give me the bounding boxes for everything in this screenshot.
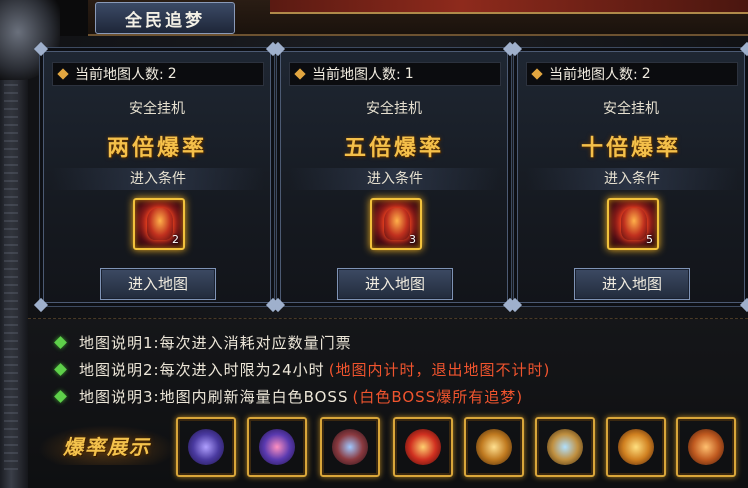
drop-rate-title: 两倍爆率 — [106, 135, 207, 161]
showcase-item-slot[interactable] — [676, 417, 736, 477]
gold-helmet-icon — [476, 429, 512, 465]
armor-ticket-icon — [147, 208, 173, 240]
player-count-label: 当前地图人数: — [312, 67, 401, 83]
mode-label: 安全挂机 — [603, 101, 659, 117]
player-count-value: 2 — [641, 66, 651, 82]
showcase-item-slot[interactable] — [247, 417, 307, 477]
player-count-bar: 当前地图人数: 1 — [289, 62, 501, 86]
flame-armor-icon — [405, 429, 441, 465]
entry-condition-label: 进入条件 — [526, 168, 738, 190]
diamond-bullet-icon — [531, 68, 543, 80]
info-line-2: 地图说明2:每次进入时限为24小时 (地图内计时，退出地图不计时) — [54, 358, 551, 380]
enter-map-button[interactable]: 进入地图 — [100, 268, 216, 300]
item-quantity: 5 — [646, 233, 653, 246]
drop-rate-title: 十倍爆率 — [580, 135, 681, 161]
map-card-3: 当前地图人数: 2 安全挂机 十倍爆率 进入条件 5 进入地图 — [507, 41, 748, 313]
player-count-label: 当前地图人数: — [549, 67, 638, 83]
showcase-item-slot[interactable] — [535, 417, 595, 477]
player-count-bar: 当前地图人数: 2 — [526, 62, 738, 86]
showcase-item-slot[interactable] — [176, 417, 236, 477]
ticket-item-slot[interactable]: 5 — [607, 198, 659, 250]
item-quantity: 2 — [172, 233, 179, 246]
drop-rate-title: 五倍爆率 — [343, 135, 444, 161]
ticket-item-slot[interactable]: 2 — [133, 198, 185, 250]
enter-map-button[interactable]: 进入地图 — [574, 268, 690, 300]
green-gem-bullet-icon — [54, 389, 67, 403]
diamond-bullet-icon — [294, 68, 306, 80]
diamond-bullet-icon — [57, 68, 69, 80]
blue-crest-icon — [332, 429, 368, 465]
armor-ticket-icon — [621, 208, 647, 240]
drop-showcase-label: 爆率展示 — [38, 425, 176, 465]
showcase-item-slot[interactable] — [393, 417, 453, 477]
green-gem-bullet-icon — [54, 362, 67, 376]
item-quantity: 3 — [409, 233, 416, 246]
info-note: (白色BOSS爆所有追梦) — [352, 387, 524, 406]
info-line-1: 地图说明1:每次进入消耗对应数量门票 — [54, 331, 352, 353]
player-count-value: 2 — [167, 66, 177, 82]
entry-condition-label: 进入条件 — [52, 168, 264, 190]
title-decor-strip — [270, 0, 748, 14]
purple-orb-icon — [259, 429, 295, 465]
gold-dragon-icon — [618, 429, 654, 465]
mode-label: 安全挂机 — [129, 101, 185, 117]
gold-medal-icon — [547, 429, 583, 465]
map-info-panel: 地图说明1:每次进入消耗对应数量门票 地图说明2:每次进入时限为24小时 (地图… — [28, 318, 748, 488]
player-count-label: 当前地图人数: — [75, 67, 164, 83]
page-title: 全民追梦 — [95, 2, 235, 34]
ticket-item-slot[interactable]: 3 — [370, 198, 422, 250]
enter-map-button[interactable]: 进入地图 — [337, 268, 453, 300]
info-line-3: 地图说明3:地图内刷新海量白色BOSS (白色BOSS爆所有追梦) — [54, 385, 524, 407]
gold-crown-icon — [688, 429, 724, 465]
info-note: (地图内计时，退出地图不计时) — [328, 360, 551, 379]
map-card-2: 当前地图人数: 1 安全挂机 五倍爆率 进入条件 3 进入地图 — [270, 41, 518, 313]
green-gem-bullet-icon — [54, 335, 67, 349]
showcase-item-slot[interactable] — [606, 417, 666, 477]
purple-weapon-icon — [188, 429, 224, 465]
armor-ticket-icon — [384, 208, 410, 240]
map-card-1: 当前地图人数: 2 安全挂机 两倍爆率 进入条件 2 进入地图 — [33, 41, 281, 313]
entry-condition-label: 进入条件 — [289, 168, 501, 190]
showcase-item-slot[interactable] — [320, 417, 380, 477]
player-count-bar: 当前地图人数: 2 — [52, 62, 264, 86]
info-text: 地图说明2:每次进入时限为24小时 — [79, 360, 325, 379]
player-count-value: 1 — [404, 66, 414, 82]
showcase-item-slot[interactable] — [464, 417, 524, 477]
info-text: 地图说明1:每次进入消耗对应数量门票 — [79, 333, 352, 352]
info-text: 地图说明3:地图内刷新海量白色BOSS — [79, 387, 349, 406]
mode-label: 安全挂机 — [366, 101, 422, 117]
